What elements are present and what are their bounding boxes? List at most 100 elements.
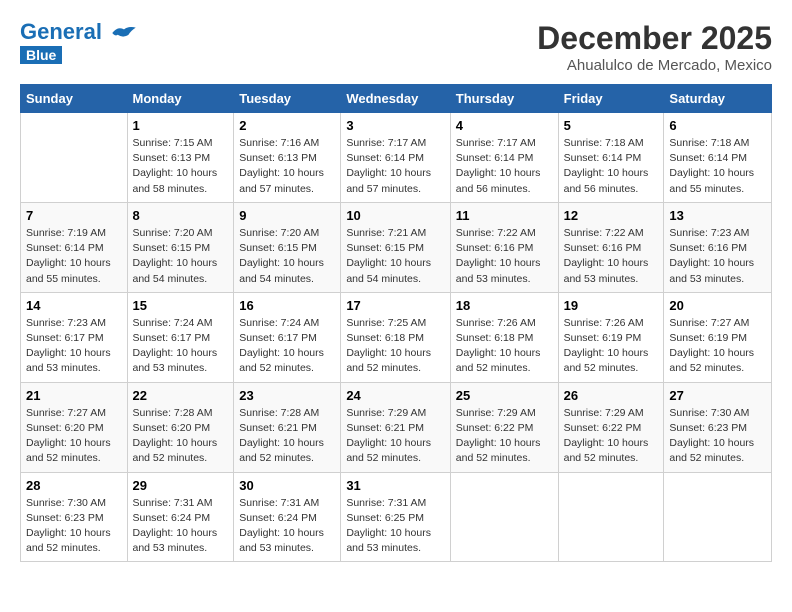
day-number: 5 — [564, 118, 659, 133]
day-cell — [21, 113, 128, 203]
day-detail: Sunrise: 7:28 AMSunset: 6:21 PMDaylight:… — [239, 406, 335, 467]
day-cell — [558, 472, 664, 562]
day-cell: 19Sunrise: 7:26 AMSunset: 6:19 PMDayligh… — [558, 292, 664, 382]
col-header-tuesday: Tuesday — [234, 85, 341, 113]
day-number: 24 — [346, 388, 444, 403]
day-detail: Sunrise: 7:22 AMSunset: 6:16 PMDaylight:… — [456, 226, 553, 287]
col-header-friday: Friday — [558, 85, 664, 113]
day-detail: Sunrise: 7:23 AMSunset: 6:16 PMDaylight:… — [669, 226, 766, 287]
day-cell: 9Sunrise: 7:20 AMSunset: 6:15 PMDaylight… — [234, 202, 341, 292]
day-detail: Sunrise: 7:20 AMSunset: 6:15 PMDaylight:… — [133, 226, 229, 287]
day-detail: Sunrise: 7:24 AMSunset: 6:17 PMDaylight:… — [133, 316, 229, 377]
day-detail: Sunrise: 7:24 AMSunset: 6:17 PMDaylight:… — [239, 316, 335, 377]
week-row-4: 21 Sunrise: 7:27 AMSunset: 6:20 PMDayligh… — [21, 382, 772, 472]
day-cell: 28Sunrise: 7:30 AMSunset: 6:23 PMDayligh… — [21, 472, 128, 562]
week-row-3: 14 Sunrise: 7:23 AMSunset: 6:17 PMDayligh… — [21, 292, 772, 382]
day-number: 10 — [346, 208, 444, 223]
col-header-wednesday: Wednesday — [341, 85, 450, 113]
day-number: 18 — [456, 298, 553, 313]
day-detail: Sunrise: 7:21 AMSunset: 6:15 PMDaylight:… — [346, 226, 444, 287]
day-cell — [664, 472, 772, 562]
day-number: 23 — [239, 388, 335, 403]
day-cell: 8 Sunrise: 7:20 AMSunset: 6:15 PMDaylight… — [127, 202, 234, 292]
logo-text: General — [20, 20, 138, 44]
day-detail: Sunrise: 7:28 AMSunset: 6:20 PMDaylight:… — [133, 406, 229, 467]
day-cell: 25 Sunrise: 7:29 AMSunset: 6:22 PMDayligh… — [450, 382, 558, 472]
day-cell: 22Sunrise: 7:28 AMSunset: 6:20 PMDayligh… — [127, 382, 234, 472]
day-cell: 14 Sunrise: 7:23 AMSunset: 6:17 PMDayligh… — [21, 292, 128, 382]
day-detail: Sunrise: 7:23 AMSunset: 6:17 PMDaylight:… — [26, 316, 122, 377]
day-number: 25 — [456, 388, 553, 403]
day-detail: Sunrise: 7:18 AMSunset: 6:14 PMDaylight:… — [669, 136, 766, 197]
page-header: General Blue December 2025 Ahualulco de … — [20, 20, 772, 74]
bird-icon — [110, 24, 138, 42]
logo: General Blue — [20, 20, 138, 64]
month-title: December 2025 — [537, 20, 772, 57]
day-detail: Sunrise: 7:29 AMSunset: 6:22 PMDaylight:… — [564, 406, 659, 467]
calendar-table: SundayMondayTuesdayWednesdayThursdayFrid… — [20, 84, 772, 562]
week-row-2: 7 Sunrise: 7:19 AMSunset: 6:14 PMDaylight… — [21, 202, 772, 292]
day-number: 20 — [669, 298, 766, 313]
day-cell: 1 Sunrise: 7:15 AMSunset: 6:13 PMDaylight… — [127, 113, 234, 203]
day-cell: 3Sunrise: 7:17 AMSunset: 6:14 PMDaylight… — [341, 113, 450, 203]
day-cell: 6 Sunrise: 7:18 AMSunset: 6:14 PMDaylight… — [664, 113, 772, 203]
day-detail: Sunrise: 7:22 AMSunset: 6:16 PMDaylight:… — [564, 226, 659, 287]
day-detail: Sunrise: 7:17 AMSunset: 6:14 PMDaylight:… — [456, 136, 553, 197]
day-detail: Sunrise: 7:16 AMSunset: 6:13 PMDaylight:… — [239, 136, 335, 197]
day-detail: Sunrise: 7:19 AMSunset: 6:14 PMDaylight:… — [26, 226, 122, 287]
day-cell: 31 Sunrise: 7:31 AMSunset: 6:25 PMDayligh… — [341, 472, 450, 562]
day-number: 28 — [26, 478, 122, 493]
day-cell: 2 Sunrise: 7:16 AMSunset: 6:13 PMDaylight… — [234, 113, 341, 203]
day-cell: 18 Sunrise: 7:26 AMSunset: 6:18 PMDayligh… — [450, 292, 558, 382]
day-detail: Sunrise: 7:29 AMSunset: 6:22 PMDaylight:… — [456, 406, 553, 467]
day-cell: 7 Sunrise: 7:19 AMSunset: 6:14 PMDaylight… — [21, 202, 128, 292]
day-detail: Sunrise: 7:31 AMSunset: 6:24 PMDaylight:… — [133, 496, 229, 557]
day-number: 6 — [669, 118, 766, 133]
day-detail: Sunrise: 7:30 AMSunset: 6:23 PMDaylight:… — [669, 406, 766, 467]
day-cell: 26 Sunrise: 7:29 AMSunset: 6:22 PMDayligh… — [558, 382, 664, 472]
day-cell — [450, 472, 558, 562]
day-number: 11 — [456, 208, 553, 223]
day-number: 13 — [669, 208, 766, 223]
day-number: 7 — [26, 208, 122, 223]
day-detail: Sunrise: 7:17 AMSunset: 6:14 PMDaylight:… — [346, 136, 444, 197]
day-cell: 5 Sunrise: 7:18 AMSunset: 6:14 PMDaylight… — [558, 113, 664, 203]
col-header-monday: Monday — [127, 85, 234, 113]
day-detail: Sunrise: 7:27 AMSunset: 6:20 PMDaylight:… — [26, 406, 122, 467]
col-header-sunday: Sunday — [21, 85, 128, 113]
day-number: 26 — [564, 388, 659, 403]
day-cell: 13 Sunrise: 7:23 AMSunset: 6:16 PMDayligh… — [664, 202, 772, 292]
day-number: 8 — [133, 208, 229, 223]
col-header-thursday: Thursday — [450, 85, 558, 113]
day-cell: 29 Sunrise: 7:31 AMSunset: 6:24 PMDayligh… — [127, 472, 234, 562]
day-number: 4 — [456, 118, 553, 133]
day-detail: Sunrise: 7:29 AMSunset: 6:21 PMDaylight:… — [346, 406, 444, 467]
day-cell: 10 Sunrise: 7:21 AMSunset: 6:15 PMDayligh… — [341, 202, 450, 292]
day-number: 1 — [133, 118, 229, 133]
day-cell: 11 Sunrise: 7:22 AMSunset: 6:16 PMDayligh… — [450, 202, 558, 292]
logo-blue-badge: Blue — [20, 46, 62, 64]
day-detail: Sunrise: 7:26 AMSunset: 6:18 PMDaylight:… — [456, 316, 553, 377]
day-detail: Sunrise: 7:25 AMSunset: 6:18 PMDaylight:… — [346, 316, 444, 377]
day-detail: Sunrise: 7:31 AMSunset: 6:24 PMDaylight:… — [239, 496, 335, 557]
day-number: 14 — [26, 298, 122, 313]
day-cell: 30 Sunrise: 7:31 AMSunset: 6:24 PMDayligh… — [234, 472, 341, 562]
week-row-5: 28Sunrise: 7:30 AMSunset: 6:23 PMDayligh… — [21, 472, 772, 562]
day-cell: 17Sunrise: 7:25 AMSunset: 6:18 PMDayligh… — [341, 292, 450, 382]
day-number: 12 — [564, 208, 659, 223]
day-number: 21 — [26, 388, 122, 403]
day-number: 29 — [133, 478, 229, 493]
col-header-saturday: Saturday — [664, 85, 772, 113]
day-detail: Sunrise: 7:20 AMSunset: 6:15 PMDaylight:… — [239, 226, 335, 287]
day-number: 27 — [669, 388, 766, 403]
day-cell: 27 Sunrise: 7:30 AMSunset: 6:23 PMDayligh… — [664, 382, 772, 472]
day-detail: Sunrise: 7:18 AMSunset: 6:14 PMDaylight:… — [564, 136, 659, 197]
day-number: 31 — [346, 478, 444, 493]
day-cell: 16Sunrise: 7:24 AMSunset: 6:17 PMDayligh… — [234, 292, 341, 382]
day-detail: Sunrise: 7:15 AMSunset: 6:13 PMDaylight:… — [133, 136, 229, 197]
day-number: 2 — [239, 118, 335, 133]
day-number: 30 — [239, 478, 335, 493]
day-detail: Sunrise: 7:31 AMSunset: 6:25 PMDaylight:… — [346, 496, 444, 557]
day-detail: Sunrise: 7:27 AMSunset: 6:19 PMDaylight:… — [669, 316, 766, 377]
day-number: 15 — [133, 298, 229, 313]
